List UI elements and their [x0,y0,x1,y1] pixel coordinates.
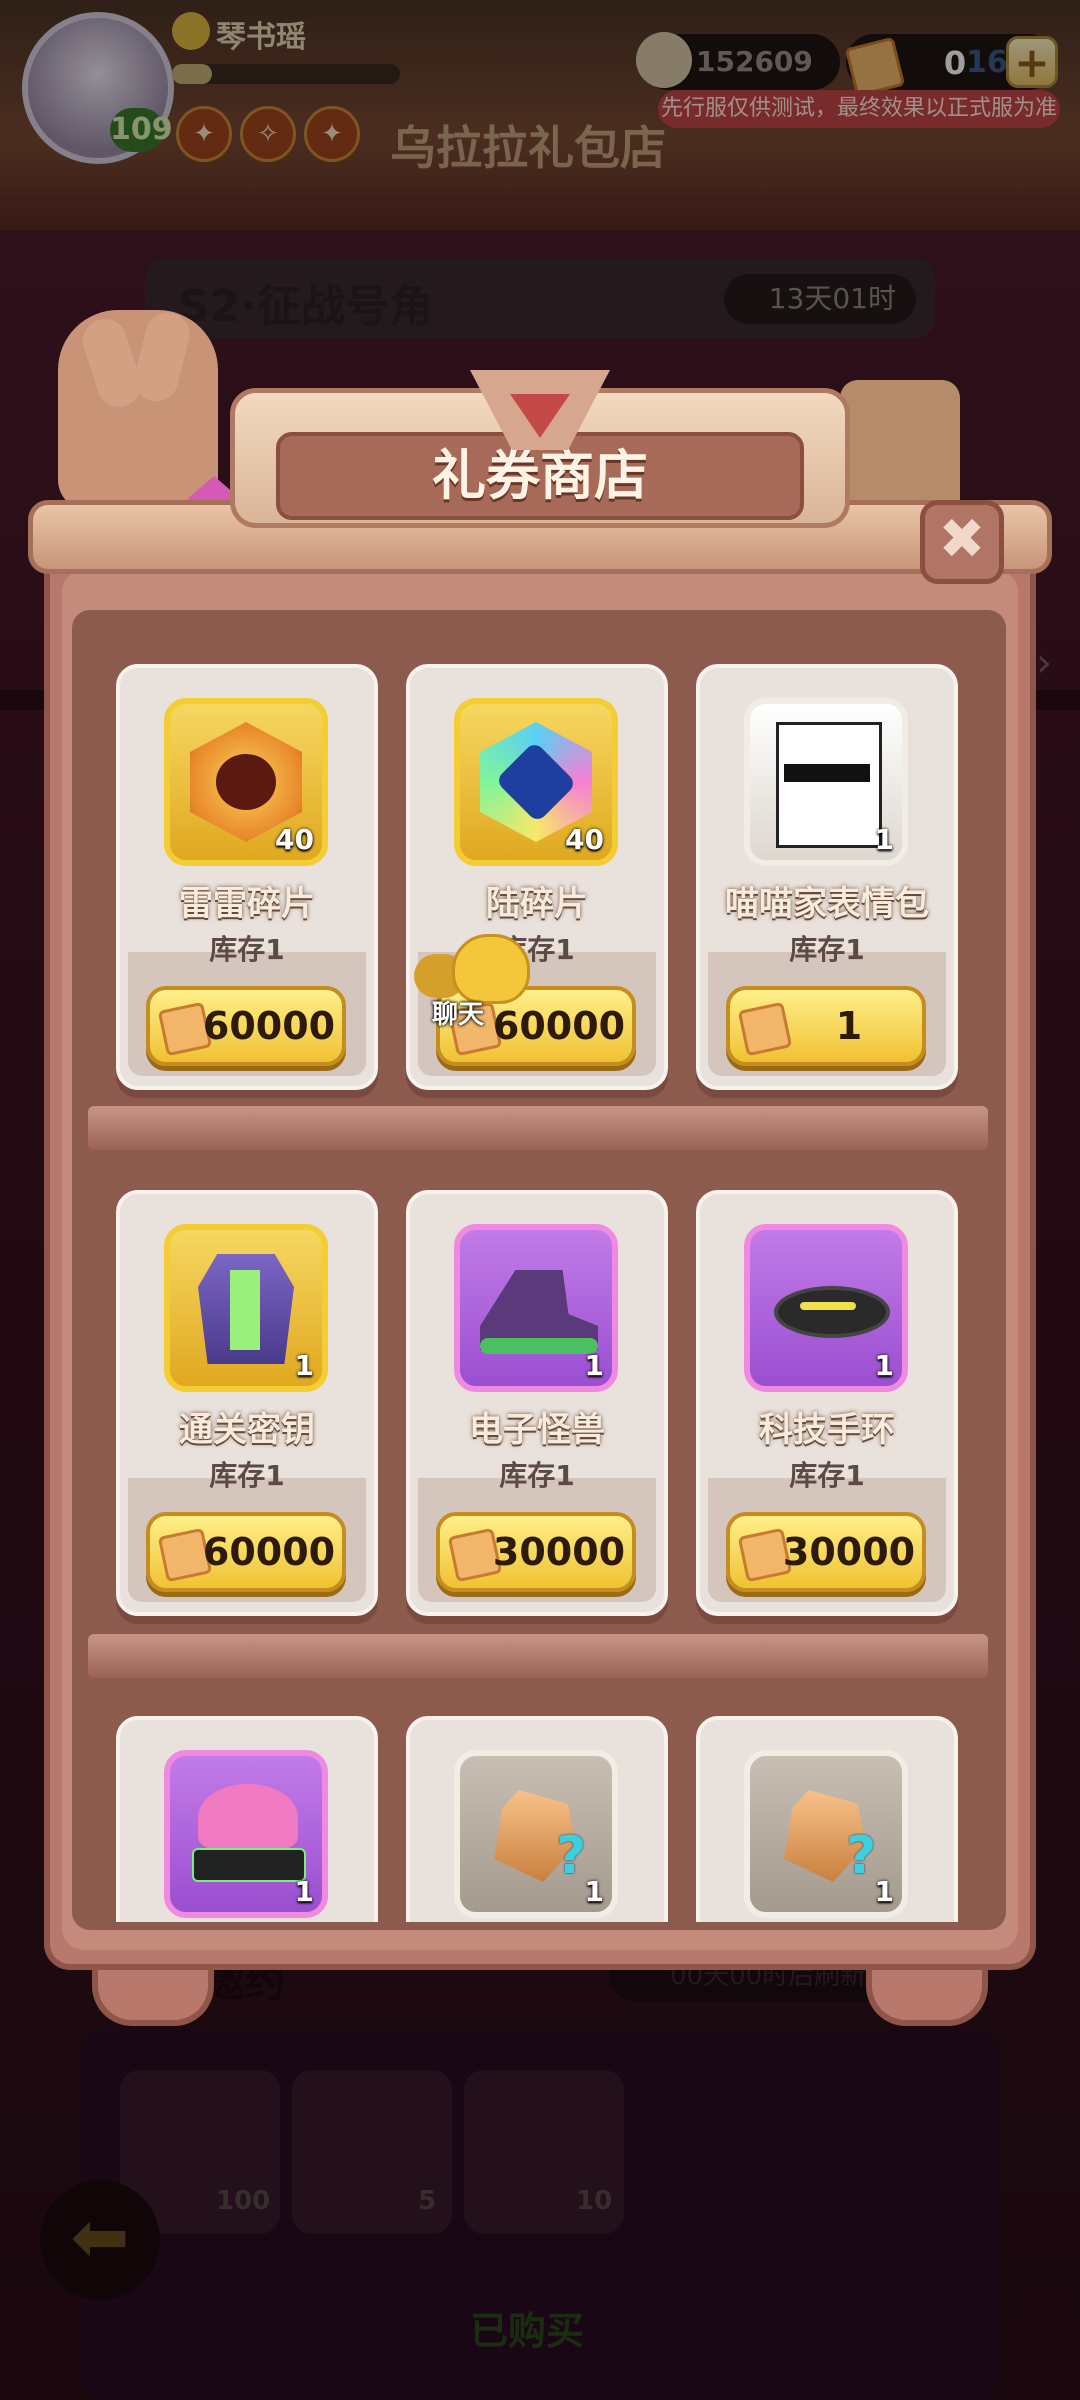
item-stock: 库存1 [789,1459,865,1492]
item-quantity: 1 [294,1349,314,1382]
mystery-stone-icon: ? 1 [454,1750,618,1918]
item-quantity: 40 [565,823,604,856]
item-quantity: 1 [294,1875,314,1908]
hair-visor-icon: 1 [164,1750,328,1918]
item-name: 陆碎片 [486,884,588,924]
chat-label[interactable]: 聊天 [432,994,484,1031]
shoe-icon: 1 [454,1224,618,1392]
item-quantity: 40 [275,823,314,856]
thunder-shard-icon: 40 [164,698,328,866]
item-price: 30000 [492,1530,626,1574]
cat-sticker-icon: 1 [744,698,908,866]
item-quantity: 1 [874,1349,894,1382]
totem-statue-icon [840,380,960,520]
item-name: 科技手环 [759,1410,895,1450]
item-stock: 库存1 [499,1459,575,1492]
close-button[interactable]: ✖ [920,500,1004,584]
shelf-board [88,1106,988,1150]
buy-button[interactable]: 60000 [146,1512,346,1592]
shelf-board [88,1634,988,1678]
buy-button[interactable]: 30000 [436,1512,636,1592]
item-price: 1 [835,1004,863,1048]
shop-scroll-clip[interactable]: 1 ? 1 ? 1 [100,1700,980,1922]
item-stock: 库存1 [789,933,865,966]
jacket-icon: 1 [164,1224,328,1392]
item-quantity: 1 [874,1875,894,1908]
item-name: 电子怪兽 [469,1410,605,1450]
item-quantity: 1 [584,1349,604,1382]
item-stock: 库存1 [209,933,285,966]
item-price: 60000 [202,1530,336,1574]
item-quantity: 1 [874,823,894,856]
item-name: 雷雷碎片 [179,884,315,924]
buy-button[interactable]: 60000 [146,986,346,1066]
buy-button[interactable]: 30000 [726,1512,926,1592]
item-price: 30000 [782,1530,916,1574]
item-name: 通关密钥 [179,1410,315,1450]
item-name: 喵喵家表情包 [725,884,929,924]
lu-shard-icon: 40 [454,698,618,866]
item-price: 60000 [202,1004,336,1048]
item-stock: 库存1 [209,1459,285,1492]
mystery-stone-icon: ? 1 [744,1750,908,1918]
item-quantity: 1 [584,1875,604,1908]
tech-bracelet-icon: 1 [744,1224,908,1392]
buy-button[interactable]: 1 [726,986,926,1066]
